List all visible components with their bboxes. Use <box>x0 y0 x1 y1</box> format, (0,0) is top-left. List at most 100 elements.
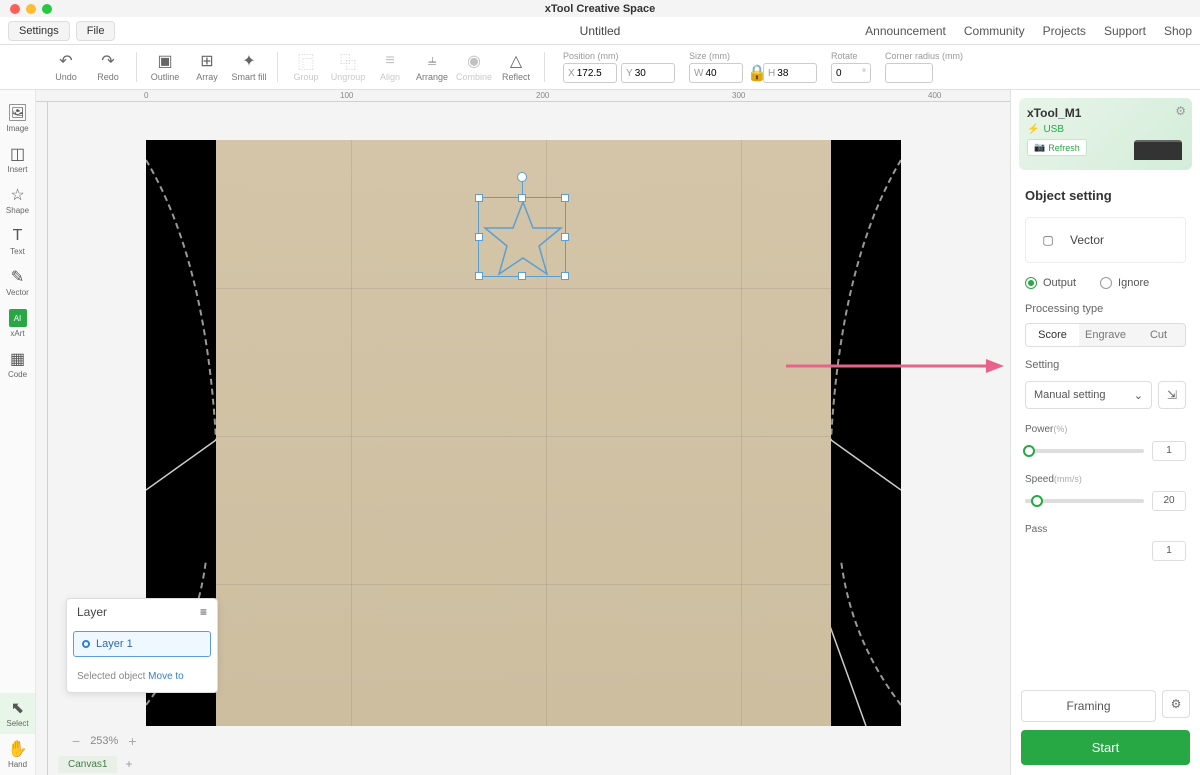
pass-value-input[interactable]: 1 <box>1152 541 1186 561</box>
sidebar-insert[interactable]: ◫Insert <box>0 139 35 180</box>
resize-handle-se[interactable] <box>561 272 569 280</box>
rotate-input[interactable]: 0° <box>831 63 871 83</box>
zoom-out-button[interactable]: − <box>72 733 80 749</box>
output-radio[interactable]: Output <box>1025 277 1076 289</box>
resize-handle-n[interactable] <box>518 194 526 202</box>
resize-handle-e[interactable] <box>561 233 569 241</box>
pass-label: Pass <box>1025 524 1047 535</box>
corner-input[interactable] <box>885 63 933 83</box>
redo-button[interactable]: ↷Redo <box>90 52 126 82</box>
sidebar-code[interactable]: ▦Code <box>0 344 35 385</box>
add-canvas-button[interactable]: + <box>125 757 132 771</box>
menubar: Settings File Untitled Announcement Comm… <box>0 17 1200 45</box>
smartfill-button[interactable]: ✦Smart fill <box>231 52 267 82</box>
lock-icon[interactable]: 🔒 <box>747 63 759 83</box>
moveto-link[interactable]: Move to <box>148 671 184 682</box>
resize-handle-w[interactable] <box>475 233 483 241</box>
layer-title: Layer <box>77 605 107 619</box>
layer-menu-icon[interactable]: ≡ <box>200 605 207 619</box>
group-button[interactable]: ⿸Group <box>288 52 324 82</box>
vector-icon: ✎ <box>9 268 27 286</box>
window-maximize-button[interactable] <box>42 4 52 14</box>
sidebar-hand[interactable]: ✋Hand <box>0 734 35 775</box>
reflect-button[interactable]: △Reflect <box>498 52 534 82</box>
nav-shop[interactable]: Shop <box>1164 24 1192 38</box>
power-value-input[interactable]: 1 <box>1152 441 1186 461</box>
resize-handle-nw[interactable] <box>475 194 483 202</box>
sidebar-xart[interactable]: AIxArt <box>0 303 35 344</box>
insert-icon: ◫ <box>9 145 27 163</box>
layer-item[interactable]: Layer 1 <box>73 631 211 657</box>
start-button[interactable]: Start <box>1021 730 1190 765</box>
ungroup-button[interactable]: ⿻Ungroup <box>330 52 366 82</box>
sidebar-text[interactable]: TText <box>0 221 35 262</box>
speed-value-input[interactable]: 20 <box>1152 491 1186 511</box>
window-close-button[interactable] <box>10 4 20 14</box>
usb-icon: ⚡ <box>1027 124 1039 135</box>
layer-panel: Layer ≡ Layer 1 Selected object Move to <box>66 598 218 693</box>
undo-button[interactable]: ↶Undo <box>48 52 84 82</box>
nav-community[interactable]: Community <box>964 24 1025 38</box>
window-minimize-button[interactable] <box>26 4 36 14</box>
canvas-tab[interactable]: Canvas1 <box>58 756 117 773</box>
camera-icon: 📷 <box>1034 142 1045 153</box>
tab-score[interactable]: Score <box>1026 324 1079 346</box>
power-label: Power <box>1025 424 1053 435</box>
size-label: Size (mm) <box>689 51 817 61</box>
device-settings-icon[interactable]: ⚙ <box>1175 104 1186 118</box>
ignore-radio[interactable]: Ignore <box>1100 277 1149 289</box>
align-button[interactable]: ≡Align <box>372 52 408 82</box>
sidebar-shape[interactable]: ☆Shape <box>0 180 35 221</box>
size-h-input[interactable]: H38 <box>763 63 817 83</box>
processing-type-label: Processing type <box>1011 295 1200 319</box>
ai-icon: AI <box>9 309 27 327</box>
outline-button[interactable]: ▣Outline <box>147 52 183 82</box>
combine-button[interactable]: ◉Combine <box>456 52 492 82</box>
speed-slider[interactable] <box>1025 499 1144 503</box>
ruler-vertical <box>36 102 48 775</box>
selected-object[interactable] <box>478 197 566 277</box>
resize-handle-sw[interactable] <box>475 272 483 280</box>
setting-export-button[interactable]: ⇲ <box>1158 381 1186 409</box>
canvas-area[interactable]: 0 100 200 300 400 <box>36 90 1010 775</box>
nav-announcement[interactable]: Announcement <box>865 24 946 38</box>
app-title: xTool Creative Space <box>545 3 655 15</box>
processing-tabs: Score Engrave Cut <box>1025 323 1186 347</box>
refresh-button[interactable]: 📷Refresh <box>1027 139 1087 156</box>
sidebar-image[interactable]: 🖼Image <box>0 98 35 139</box>
text-icon: T <box>9 227 27 245</box>
chevron-down-icon: ⌄ <box>1134 389 1143 402</box>
rotate-handle[interactable] <box>517 172 527 182</box>
speed-label: Speed <box>1025 474 1054 485</box>
titlebar: xTool Creative Space <box>0 0 1200 17</box>
position-x-input[interactable]: X172.5 <box>563 63 617 83</box>
device-thumbnail <box>1134 140 1182 160</box>
tab-cut[interactable]: Cut <box>1132 324 1185 346</box>
position-label: Position (mm) <box>563 51 675 61</box>
position-y-input[interactable]: Y30 <box>621 63 675 83</box>
resize-handle-s[interactable] <box>518 272 526 280</box>
resize-handle-ne[interactable] <box>561 194 569 202</box>
document-title: Untitled <box>580 24 621 38</box>
settings-button[interactable]: Settings <box>8 21 70 41</box>
file-button[interactable]: File <box>76 21 116 41</box>
setting-label: Setting <box>1011 351 1200 375</box>
zoom-in-button[interactable]: + <box>128 733 136 749</box>
power-slider[interactable] <box>1025 449 1144 453</box>
vector-type-icon: ▢ <box>1036 228 1060 252</box>
hand-icon: ✋ <box>9 740 27 758</box>
array-button[interactable]: ⊞Array <box>189 52 225 82</box>
sidebar-select[interactable]: ⬉Select <box>0 693 35 734</box>
framing-button[interactable]: Framing <box>1021 690 1156 722</box>
size-w-input[interactable]: W40 <box>689 63 743 83</box>
framing-settings-button[interactable]: ⚙ <box>1162 690 1190 718</box>
setting-mode-select[interactable]: Manual setting⌄ <box>1025 381 1152 409</box>
tab-engrave[interactable]: Engrave <box>1079 324 1132 346</box>
object-type: ▢ Vector <box>1025 217 1186 263</box>
nav-projects[interactable]: Projects <box>1043 24 1086 38</box>
sidebar: 🖼Image ◫Insert ☆Shape TText ✎Vector AIxA… <box>0 90 36 775</box>
arrange-button[interactable]: ⫨Arrange <box>414 52 450 82</box>
zoom-control: − 253% + <box>72 733 137 749</box>
nav-support[interactable]: Support <box>1104 24 1146 38</box>
sidebar-vector[interactable]: ✎Vector <box>0 262 35 303</box>
